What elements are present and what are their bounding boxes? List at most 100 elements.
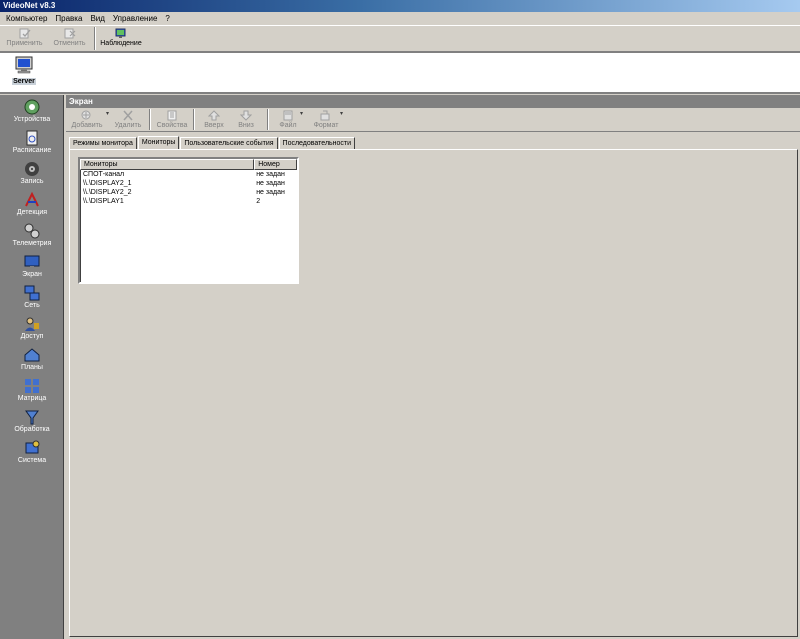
sidebar-item-record[interactable]: Запись (0, 160, 64, 190)
menu-bar: Компьютер Правка Вид Управление ? (0, 12, 800, 25)
main-toolbar: Применить Отменить Наблюдение (0, 25, 800, 52)
monitor-number: не задан (256, 189, 285, 196)
tab-monitors[interactable]: Мониторы (137, 136, 180, 149)
network-icon (23, 284, 41, 302)
list-item[interactable]: СПОТ-канал не задан (80, 170, 297, 179)
list-header: Мониторы Номер (80, 159, 297, 170)
telemetry-icon (23, 222, 41, 240)
monitor-view-icon (115, 28, 127, 39)
monitoring-label: Наблюдение (100, 40, 142, 47)
tab-monitor-modes[interactable]: Режимы монитора (69, 137, 137, 149)
tab-content: Мониторы Номер СПОТ-канал не задан \\.\D… (69, 149, 798, 637)
monitor-name: \\.\DISPLAY2_2 (83, 189, 132, 196)
tab-user-events[interactable]: Пользовательские события (180, 137, 278, 149)
sidebar-label: Сеть (24, 302, 40, 309)
monitor-number: не задан (256, 180, 285, 187)
sidebar-item-access[interactable]: Доступ (0, 315, 64, 345)
sidebar-label: Доступ (20, 333, 44, 340)
down-label: Вниз (238, 122, 254, 129)
sidebar-item-plans[interactable]: Планы (0, 346, 64, 376)
plans-icon (23, 346, 41, 364)
list-item[interactable]: \\.\DISPLAY2_1 не задан (80, 179, 297, 188)
sidebar-label: Обработка (14, 426, 50, 433)
monitor-number: не задан (256, 171, 285, 178)
sidebar-label: Экран (22, 271, 42, 278)
menu-view[interactable]: Вид (86, 12, 108, 25)
monitors-list[interactable]: Мониторы Номер СПОТ-канал не задан \\.\D… (78, 157, 299, 284)
chevron-down-icon[interactable]: ▾ (106, 110, 109, 117)
properties-icon (166, 110, 178, 121)
up-label: Вверх (204, 122, 224, 129)
list-item[interactable]: \\.\DISPLAY2_2 не задан (80, 188, 297, 197)
column-header-monitors[interactable]: Мониторы (80, 159, 255, 170)
sidebar-item-network[interactable]: Сеть (0, 284, 64, 314)
sidebar-item-devices[interactable]: Устройства (0, 98, 64, 128)
file-label: Файл (279, 122, 297, 129)
screen-icon (23, 253, 41, 271)
system-icon (23, 439, 41, 457)
sidebar-item-matrix[interactable]: Матрица (0, 377, 64, 407)
sidebar-label: Запись (20, 178, 44, 185)
schedule-icon (23, 129, 41, 147)
column-header-number[interactable]: Номер (254, 159, 297, 170)
toolbar-separator (149, 109, 152, 130)
monitor-name: \\.\DISPLAY1 (83, 198, 124, 205)
up-button[interactable]: Вверх (199, 108, 229, 131)
screen-panel: Экран Добавить ▾ Удалить Свойства Вверх … (66, 95, 800, 639)
devices-icon (23, 98, 41, 116)
sidebar-item-processing[interactable]: Обработка (0, 408, 64, 438)
down-button[interactable]: Вниз (229, 108, 263, 131)
file-icon (282, 110, 294, 121)
delete-label: Удалить (114, 122, 142, 129)
sidebar-item-detection[interactable]: Детекция (0, 191, 64, 221)
properties-button[interactable]: Свойства (155, 108, 189, 131)
sidebar-label: Устройства (13, 116, 51, 123)
up-icon (208, 110, 221, 121)
toolbar-separator (267, 109, 270, 130)
add-button[interactable]: Добавить (68, 108, 106, 131)
computer-icon (14, 55, 34, 77)
list-item[interactable]: \\.\DISPLAY1 2 (80, 197, 297, 206)
panel-toolbar: Добавить ▾ Удалить Свойства Вверх Вниз Ф… (66, 108, 800, 132)
sidebar-item-system[interactable]: Система (0, 439, 64, 469)
monitoring-button[interactable]: Наблюдение (98, 26, 144, 51)
tab-strip: Режимы монитора Мониторы Пользовательски… (69, 136, 356, 149)
sidebar-item-schedule[interactable]: Расписание (0, 129, 64, 159)
sidebar: Устройства Расписание Запись Детекция Те… (0, 95, 64, 639)
sidebar-item-telemetry[interactable]: Телеметрия (0, 222, 64, 252)
monitor-number: 2 (256, 198, 261, 205)
toolbar-separator (94, 27, 96, 50)
server-item[interactable]: Server (9, 55, 39, 89)
delete-icon (122, 110, 134, 121)
undo-icon (64, 28, 76, 39)
panel-title: Экран (66, 95, 800, 108)
chevron-down-icon[interactable]: ▾ (340, 110, 343, 117)
menu-control[interactable]: Управление (109, 12, 161, 25)
menu-computer[interactable]: Компьютер (2, 12, 51, 25)
detection-icon (23, 191, 41, 209)
server-list: Server (0, 52, 800, 94)
record-icon (23, 160, 41, 178)
apply-icon (19, 28, 31, 39)
window-title: VideoNet v8.3 (0, 0, 800, 12)
format-icon (320, 110, 332, 121)
add-label: Добавить (71, 122, 103, 129)
chevron-down-icon[interactable]: ▾ (300, 110, 303, 117)
apply-button[interactable]: Применить (2, 26, 47, 51)
sidebar-label: Детекция (16, 209, 48, 216)
format-button[interactable]: Формат ▾ (309, 108, 343, 131)
sidebar-item-screen[interactable]: Экран (0, 253, 64, 283)
delete-button[interactable]: Удалить (111, 108, 145, 131)
menu-edit[interactable]: Правка (51, 12, 86, 25)
down-icon (240, 110, 253, 121)
file-button[interactable]: Файл ▾ (273, 108, 303, 131)
sidebar-label: Планы (21, 364, 43, 371)
apply-label: Применить (6, 40, 43, 47)
menu-help[interactable]: ? (161, 12, 173, 25)
matrix-icon (23, 377, 41, 395)
tab-sequences[interactable]: Последовательности (278, 137, 356, 149)
undo-button[interactable]: Отменить (47, 26, 92, 51)
processing-icon (23, 408, 41, 426)
add-icon (81, 110, 93, 121)
sidebar-label: Телеметрия (12, 240, 52, 247)
